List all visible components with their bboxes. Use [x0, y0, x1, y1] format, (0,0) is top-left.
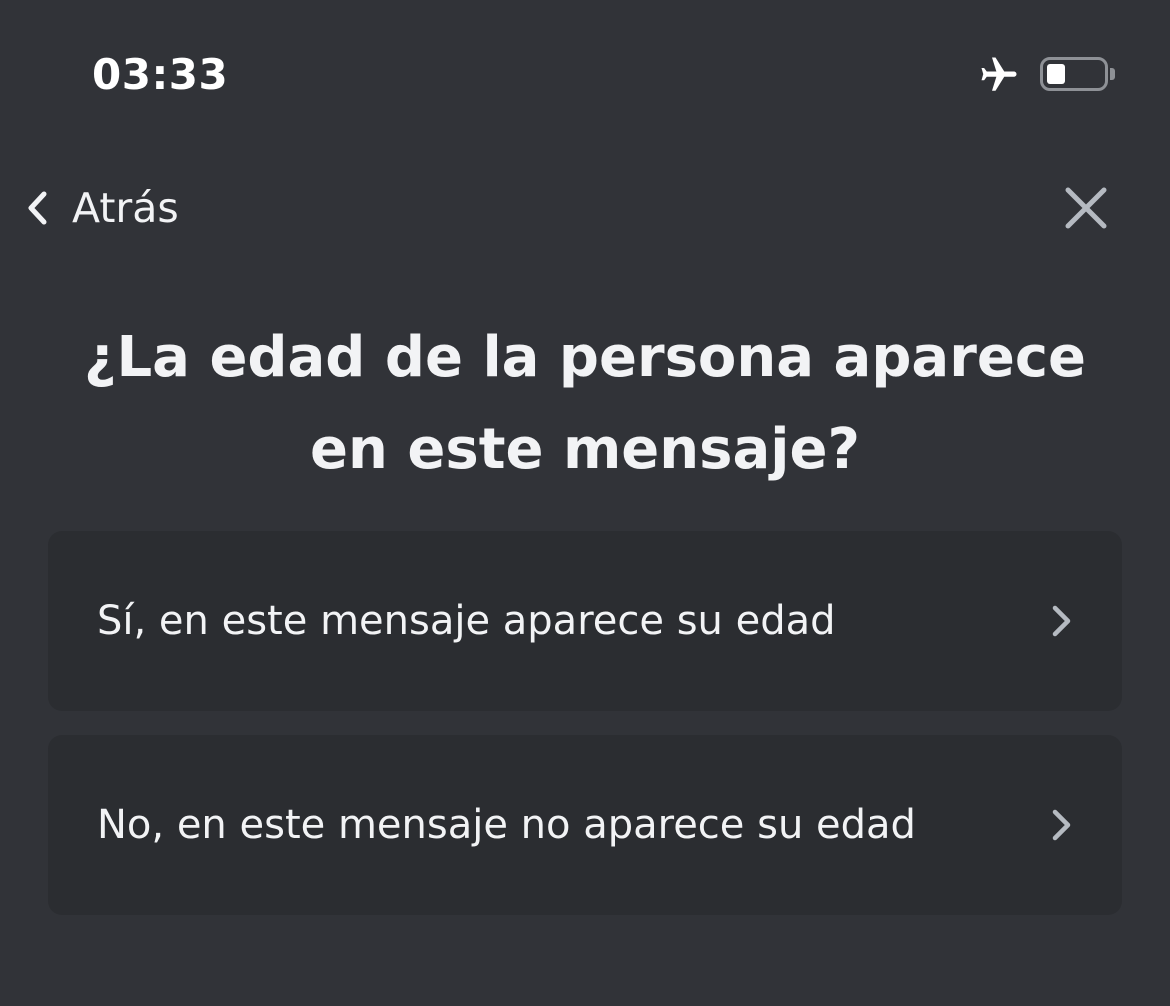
close-icon: [1065, 187, 1107, 229]
back-label: Atrás: [72, 184, 179, 232]
status-bar: 03:33: [0, 0, 1170, 150]
option-label: No, en este mensaje no aparece su edad: [97, 802, 916, 848]
question-title: ¿La edad de la persona aparece en este m…: [83, 325, 1086, 482]
airplane-icon: [981, 57, 1017, 91]
chevron-left-icon: [28, 191, 47, 225]
close-button[interactable]: [1058, 180, 1114, 236]
option-age-shown[interactable]: Sí, en este mensaje aparece su edad: [48, 531, 1122, 711]
battery-cap: [1110, 68, 1115, 80]
battery-level: [1047, 64, 1065, 84]
back-button[interactable]: Atrás: [22, 176, 179, 240]
chevron-right-icon: [1052, 809, 1071, 841]
battery-icon: [1040, 57, 1108, 91]
status-time: 03:33: [92, 50, 229, 99]
option-age-not-shown[interactable]: No, en este mensaje no aparece su edad: [48, 735, 1122, 915]
chevron-right-icon: [1052, 605, 1071, 637]
option-label: Sí, en este mensaje aparece su edad: [97, 598, 836, 644]
